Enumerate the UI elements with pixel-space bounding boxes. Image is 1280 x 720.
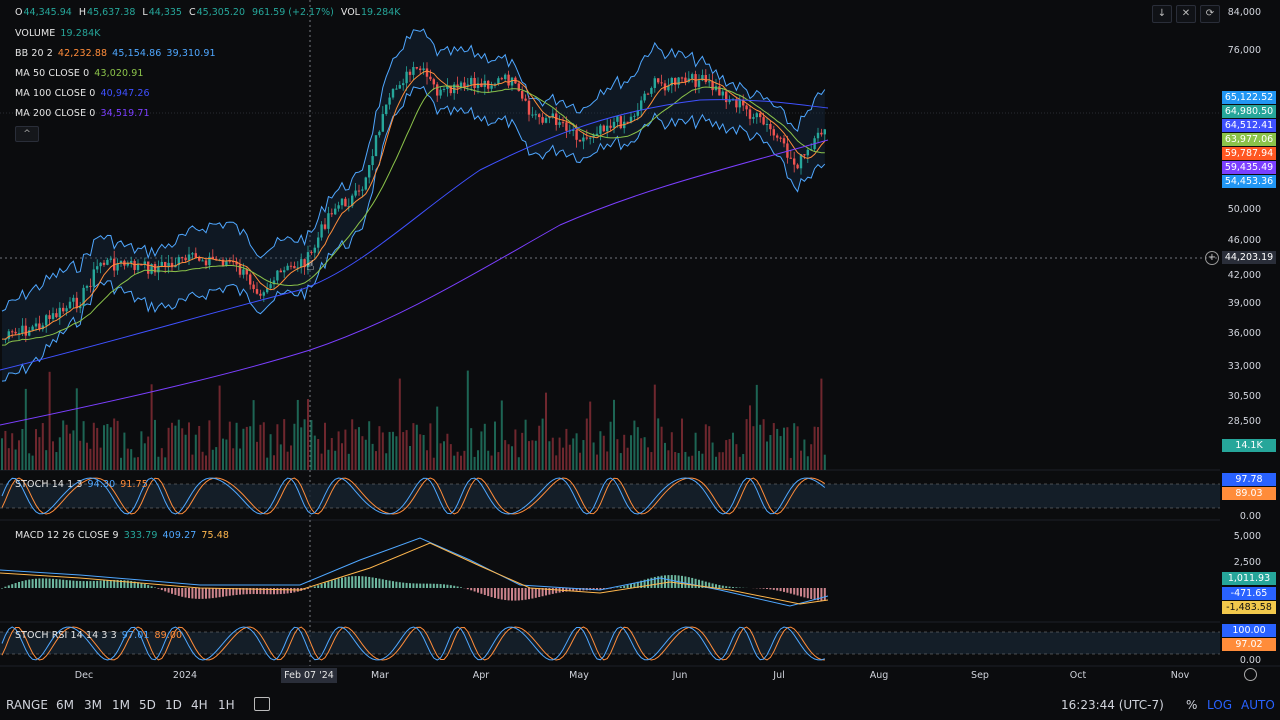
stochrsi-badge-d: 97.02 [1222, 638, 1276, 651]
time-axis-label: Sep [971, 670, 989, 681]
collapse-legend-button[interactable]: ^ [15, 126, 39, 142]
add-alert-icon[interactable]: + [1205, 251, 1219, 265]
volume-badge: 14.1K [1222, 439, 1276, 452]
time-axis-label: Oct [1069, 670, 1087, 681]
stoch-badge-d: 89.03 [1222, 487, 1276, 500]
time-axis-label: Nov [1170, 670, 1190, 681]
range-label[interactable]: RANGE [6, 698, 48, 712]
range-5d-button[interactable]: 5D [139, 698, 156, 712]
crosshair-time-label: Feb 07 '24 [281, 668, 337, 683]
range-1d-button[interactable]: 1D [165, 698, 182, 712]
macd-badge-macd: -471.65 [1222, 587, 1276, 600]
legend-bb[interactable]: BB 20 2 42,232.88 45,154.86 39,310.91 [15, 48, 221, 59]
hand-cursor-icon: ☝ [306, 258, 315, 274]
time-axis-label: Aug [869, 670, 889, 681]
price-badge: 65,122.52 [1222, 91, 1276, 104]
price-badge: 64,980.50 [1222, 105, 1276, 118]
time-axis-label: Jun [672, 670, 688, 681]
move-down-icon[interactable]: ↓ [1152, 5, 1172, 23]
range-4h-button[interactable]: 4H [191, 698, 208, 712]
price-axis-label: 76,000 [1227, 45, 1261, 56]
price-badge: 59,435.49 [1222, 161, 1276, 174]
stoch-zero-label: 0.00 [1239, 511, 1261, 522]
legend-volume[interactable]: VOLUME 19.284K [15, 28, 106, 39]
macd-axis-5000: 5,000 [1233, 531, 1261, 542]
legend-ma200[interactable]: MA 200 CLOSE 0 34,519.71 [15, 108, 155, 119]
price-badge: 63,977.06 [1222, 133, 1276, 146]
auto-scale-button[interactable]: AUTO [1241, 698, 1275, 712]
ohlc-legend: O44,345.94 H45,637.38 L44,335 C45,305.20… [15, 7, 401, 18]
price-axis-label: 28,500 [1227, 416, 1261, 427]
price-badge: 64,512.41 [1222, 119, 1276, 132]
price-badge: 59,787.94 [1222, 147, 1276, 160]
price-axis-label: 50,000 [1227, 204, 1261, 215]
time-axis-label: Jul [773, 670, 785, 681]
stochrsi-badge-k: 100.00 [1222, 624, 1276, 637]
pane-controls: ↓ ✕ ⟳ [1152, 5, 1220, 23]
stochrsi-zero-label: 0.00 [1239, 655, 1261, 666]
reset-icon[interactable]: ⟳ [1200, 5, 1220, 23]
percent-scale-button[interactable]: % [1186, 698, 1197, 712]
legend-ma50[interactable]: MA 50 CLOSE 0 43,020.91 [15, 68, 149, 79]
legend-macd[interactable]: MACD 12 26 CLOSE 9 333.79 409.27 75.48 [15, 530, 234, 541]
crosshair-price-label: 44,203.19 [1222, 251, 1276, 264]
macd-axis-2500: 2,500 [1233, 557, 1261, 568]
price-axis-label: 42,000 [1227, 270, 1261, 281]
macd-badge-hist: 1,011.93 [1222, 572, 1276, 585]
price-axis-label: 46,000 [1227, 235, 1261, 246]
legend-stoch[interactable]: STOCH 14 1 3 94.30 91.75 [15, 479, 153, 490]
price-axis-label: 33,000 [1227, 361, 1261, 372]
range-6m-button[interactable]: 6M [56, 698, 74, 712]
range-3m-button[interactable]: 3M [84, 698, 102, 712]
price-axis-label: 30,500 [1227, 391, 1261, 402]
price-axis-label: 39,000 [1227, 298, 1261, 309]
price-axis-label: 36,000 [1227, 328, 1261, 339]
bottom-toolbar: RANGE 6M 3M 1M 5D 1D 4H 1H 16:23:44 (UTC… [0, 694, 1280, 720]
clock-display[interactable]: 16:23:44 (UTC-7) [1061, 698, 1164, 712]
range-1h-button[interactable]: 1H [218, 698, 235, 712]
macd-badge-signal: -1,483.58 [1222, 601, 1276, 614]
stoch-badge-k: 97.78 [1222, 473, 1276, 486]
legend-ma100[interactable]: MA 100 CLOSE 0 40,947.26 [15, 88, 155, 99]
log-scale-button[interactable]: LOG [1207, 698, 1232, 712]
legend-stochrsi[interactable]: STOCH RSI 14 14 3 3 97.01 89.00 [15, 630, 187, 641]
settings-gear-icon[interactable] [1244, 668, 1257, 681]
time-axis-label: 2024 [172, 670, 198, 681]
time-axis-label: Mar [371, 670, 389, 681]
price-axis-label: 84,000 [1227, 7, 1261, 18]
time-axis-label: May [569, 670, 589, 681]
time-axis-label: Dec [74, 670, 94, 681]
range-1m-button[interactable]: 1M [112, 698, 130, 712]
time-axis-label: Apr [472, 670, 490, 681]
maximize-icon[interactable]: ✕ [1176, 5, 1196, 23]
chart-canvas[interactable] [0, 0, 1280, 720]
calendar-icon[interactable] [254, 697, 270, 711]
price-badge: 54,453.36 [1222, 175, 1276, 188]
